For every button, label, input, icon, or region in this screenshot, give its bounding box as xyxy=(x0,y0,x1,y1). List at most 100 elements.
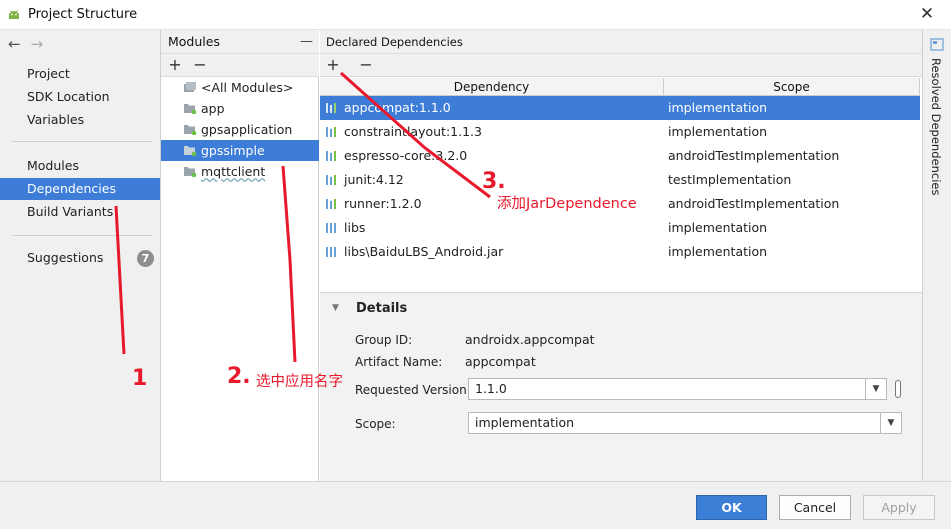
artifact-name-value: appcompat xyxy=(465,354,536,369)
sidebar: ← → Project SDK Location Variables Module… xyxy=(0,30,161,481)
add-module-icon[interactable]: + xyxy=(165,54,185,76)
module-label: mqttclient xyxy=(201,164,266,179)
jar-library-icon xyxy=(326,223,336,233)
sidebar-divider xyxy=(12,235,152,236)
resolved-dependencies-label[interactable]: Resolved Dependencies xyxy=(929,58,943,195)
version-info-handle[interactable] xyxy=(895,380,901,398)
minimize-icon[interactable]: — xyxy=(300,30,313,54)
module-folder-icon xyxy=(184,167,197,177)
back-arrow-icon[interactable]: ← xyxy=(8,35,21,53)
modules-title: Modules xyxy=(168,34,220,49)
modules-toolbar: + − xyxy=(161,54,319,77)
module-item-gpsapplication[interactable]: gpsapplication xyxy=(161,119,319,140)
scope-dropdown-icon[interactable]: ▼ xyxy=(880,412,902,434)
collapse-arrow-icon[interactable]: ▼ xyxy=(332,303,339,313)
declared-dependencies-panel: Declared Dependencies + − Dependency Sco… xyxy=(320,30,922,481)
jar-library-icon xyxy=(326,247,336,257)
scope-label: Scope: xyxy=(355,417,396,431)
dependency-scope: implementation xyxy=(668,220,768,235)
module-item-all-modules[interactable]: <All Modules> xyxy=(161,77,319,98)
module-label: gpsapplication xyxy=(201,122,293,137)
declared-toolbar: + − xyxy=(320,54,922,77)
window-title: Project Structure xyxy=(28,7,138,22)
module-folder-icon xyxy=(184,104,197,114)
module-folder-icon xyxy=(184,125,197,135)
module-label: app xyxy=(201,101,225,116)
dependency-name: constraintlayout:1.1.3 xyxy=(344,124,482,139)
annotation-number-2: 2. xyxy=(227,364,251,389)
android-icon xyxy=(9,10,19,19)
group-id-value: androidx.appcompat xyxy=(465,332,595,347)
module-folder-icon xyxy=(184,146,197,156)
library-icon xyxy=(326,199,336,209)
modules-panel: Modules — + − <All Modules> app gpsappli… xyxy=(161,30,319,481)
close-icon[interactable]: ✕ xyxy=(912,1,942,27)
modules-group-icon xyxy=(184,82,196,92)
sidebar-item-suggestions[interactable]: Suggestions xyxy=(0,247,160,269)
table-row[interactable]: libs\BaiduLBS_Android.jar implementation xyxy=(320,240,920,264)
declared-dependencies-header: Declared Dependencies xyxy=(320,30,922,54)
ok-button[interactable]: OK xyxy=(696,495,767,520)
nav-arrows: ← → xyxy=(8,35,53,53)
dependency-name: junit:4.12 xyxy=(344,172,404,187)
resolved-dependencies-strip[interactable]: Resolved Dependencies xyxy=(922,30,951,481)
requested-version-input[interactable]: 1.1.0 xyxy=(468,378,866,400)
library-icon xyxy=(326,151,336,161)
apply-button[interactable]: Apply xyxy=(863,495,935,520)
library-icon xyxy=(326,103,336,113)
version-dropdown-icon[interactable]: ▼ xyxy=(865,378,887,400)
module-item-app[interactable]: app xyxy=(161,98,319,119)
table-row[interactable]: espresso-core:3.2.0 androidTestImplement… xyxy=(320,144,920,168)
dependency-scope: implementation xyxy=(668,244,768,259)
requested-version-label: Requested Version: xyxy=(355,383,471,397)
dependency-name: espresso-core:3.2.0 xyxy=(344,148,468,163)
annotation-number-1: 1 xyxy=(132,366,148,391)
dependency-scope: androidTestImplementation xyxy=(668,148,840,163)
sidebar-item-variables[interactable]: Variables xyxy=(0,109,160,131)
annotation-number-3: 3. xyxy=(482,169,506,194)
sidebar-divider xyxy=(12,141,152,142)
artifact-name-label: Artifact Name: xyxy=(355,355,443,369)
modules-header: Modules — xyxy=(161,30,319,54)
table-row[interactable]: junit:4.12 testImplementation xyxy=(320,168,920,192)
library-icon xyxy=(326,127,336,137)
dependency-scope: androidTestImplementation xyxy=(668,196,840,211)
add-dependency-icon[interactable]: + xyxy=(323,54,343,76)
sidebar-item-sdk-location[interactable]: SDK Location xyxy=(0,86,160,108)
sidebar-item-build-variants[interactable]: Build Variants xyxy=(0,201,160,223)
forward-arrow-icon[interactable]: → xyxy=(31,35,44,53)
remove-dependency-icon[interactable]: − xyxy=(356,54,376,76)
scope-select[interactable]: implementation xyxy=(468,412,881,434)
module-item-gpssimple[interactable]: gpssimple xyxy=(161,140,319,161)
annotation-text-3: 添加JarDependence xyxy=(497,196,637,212)
sidebar-item-project[interactable]: Project xyxy=(0,63,160,85)
sidebar-item-modules[interactable]: Modules xyxy=(0,155,160,177)
dependency-scope: implementation xyxy=(668,100,768,115)
annotation-text-2: 选中应用名字 xyxy=(256,374,343,390)
details-section: ▼ Details Group ID: androidx.appcompat A… xyxy=(320,292,922,481)
module-item-mqttclient[interactable]: mqttclient xyxy=(161,161,319,182)
remove-module-icon[interactable]: − xyxy=(190,54,210,76)
column-header-dependency[interactable]: Dependency xyxy=(320,78,664,96)
column-header-scope[interactable]: Scope xyxy=(664,78,920,96)
table-row[interactable]: libs implementation xyxy=(320,216,920,240)
dependency-name: appcompat:1.1.0 xyxy=(344,100,451,115)
dialog-button-bar: OK Cancel Apply xyxy=(0,481,951,529)
details-title: Details xyxy=(356,301,408,316)
suggestions-count-badge: 7 xyxy=(137,250,154,267)
dependency-scope: implementation xyxy=(668,124,768,139)
dependency-scope: testImplementation xyxy=(668,172,792,187)
module-label: <All Modules> xyxy=(201,80,294,95)
group-id-label: Group ID: xyxy=(355,333,413,347)
dependency-name: libs\BaiduLBS_Android.jar xyxy=(344,244,504,259)
table-row[interactable]: appcompat:1.1.0 implementation xyxy=(320,96,920,120)
dependency-name: libs xyxy=(344,220,366,235)
resolved-dependencies-icon xyxy=(930,38,944,51)
table-row[interactable]: constraintlayout:1.1.3 implementation xyxy=(320,120,920,144)
title-bar: Project Structure ✕ xyxy=(0,0,951,30)
dependency-name: runner:1.2.0 xyxy=(344,196,422,211)
module-label: gpssimple xyxy=(201,143,265,158)
library-icon xyxy=(326,175,336,185)
cancel-button[interactable]: Cancel xyxy=(779,495,851,520)
sidebar-item-dependencies[interactable]: Dependencies xyxy=(0,178,160,200)
